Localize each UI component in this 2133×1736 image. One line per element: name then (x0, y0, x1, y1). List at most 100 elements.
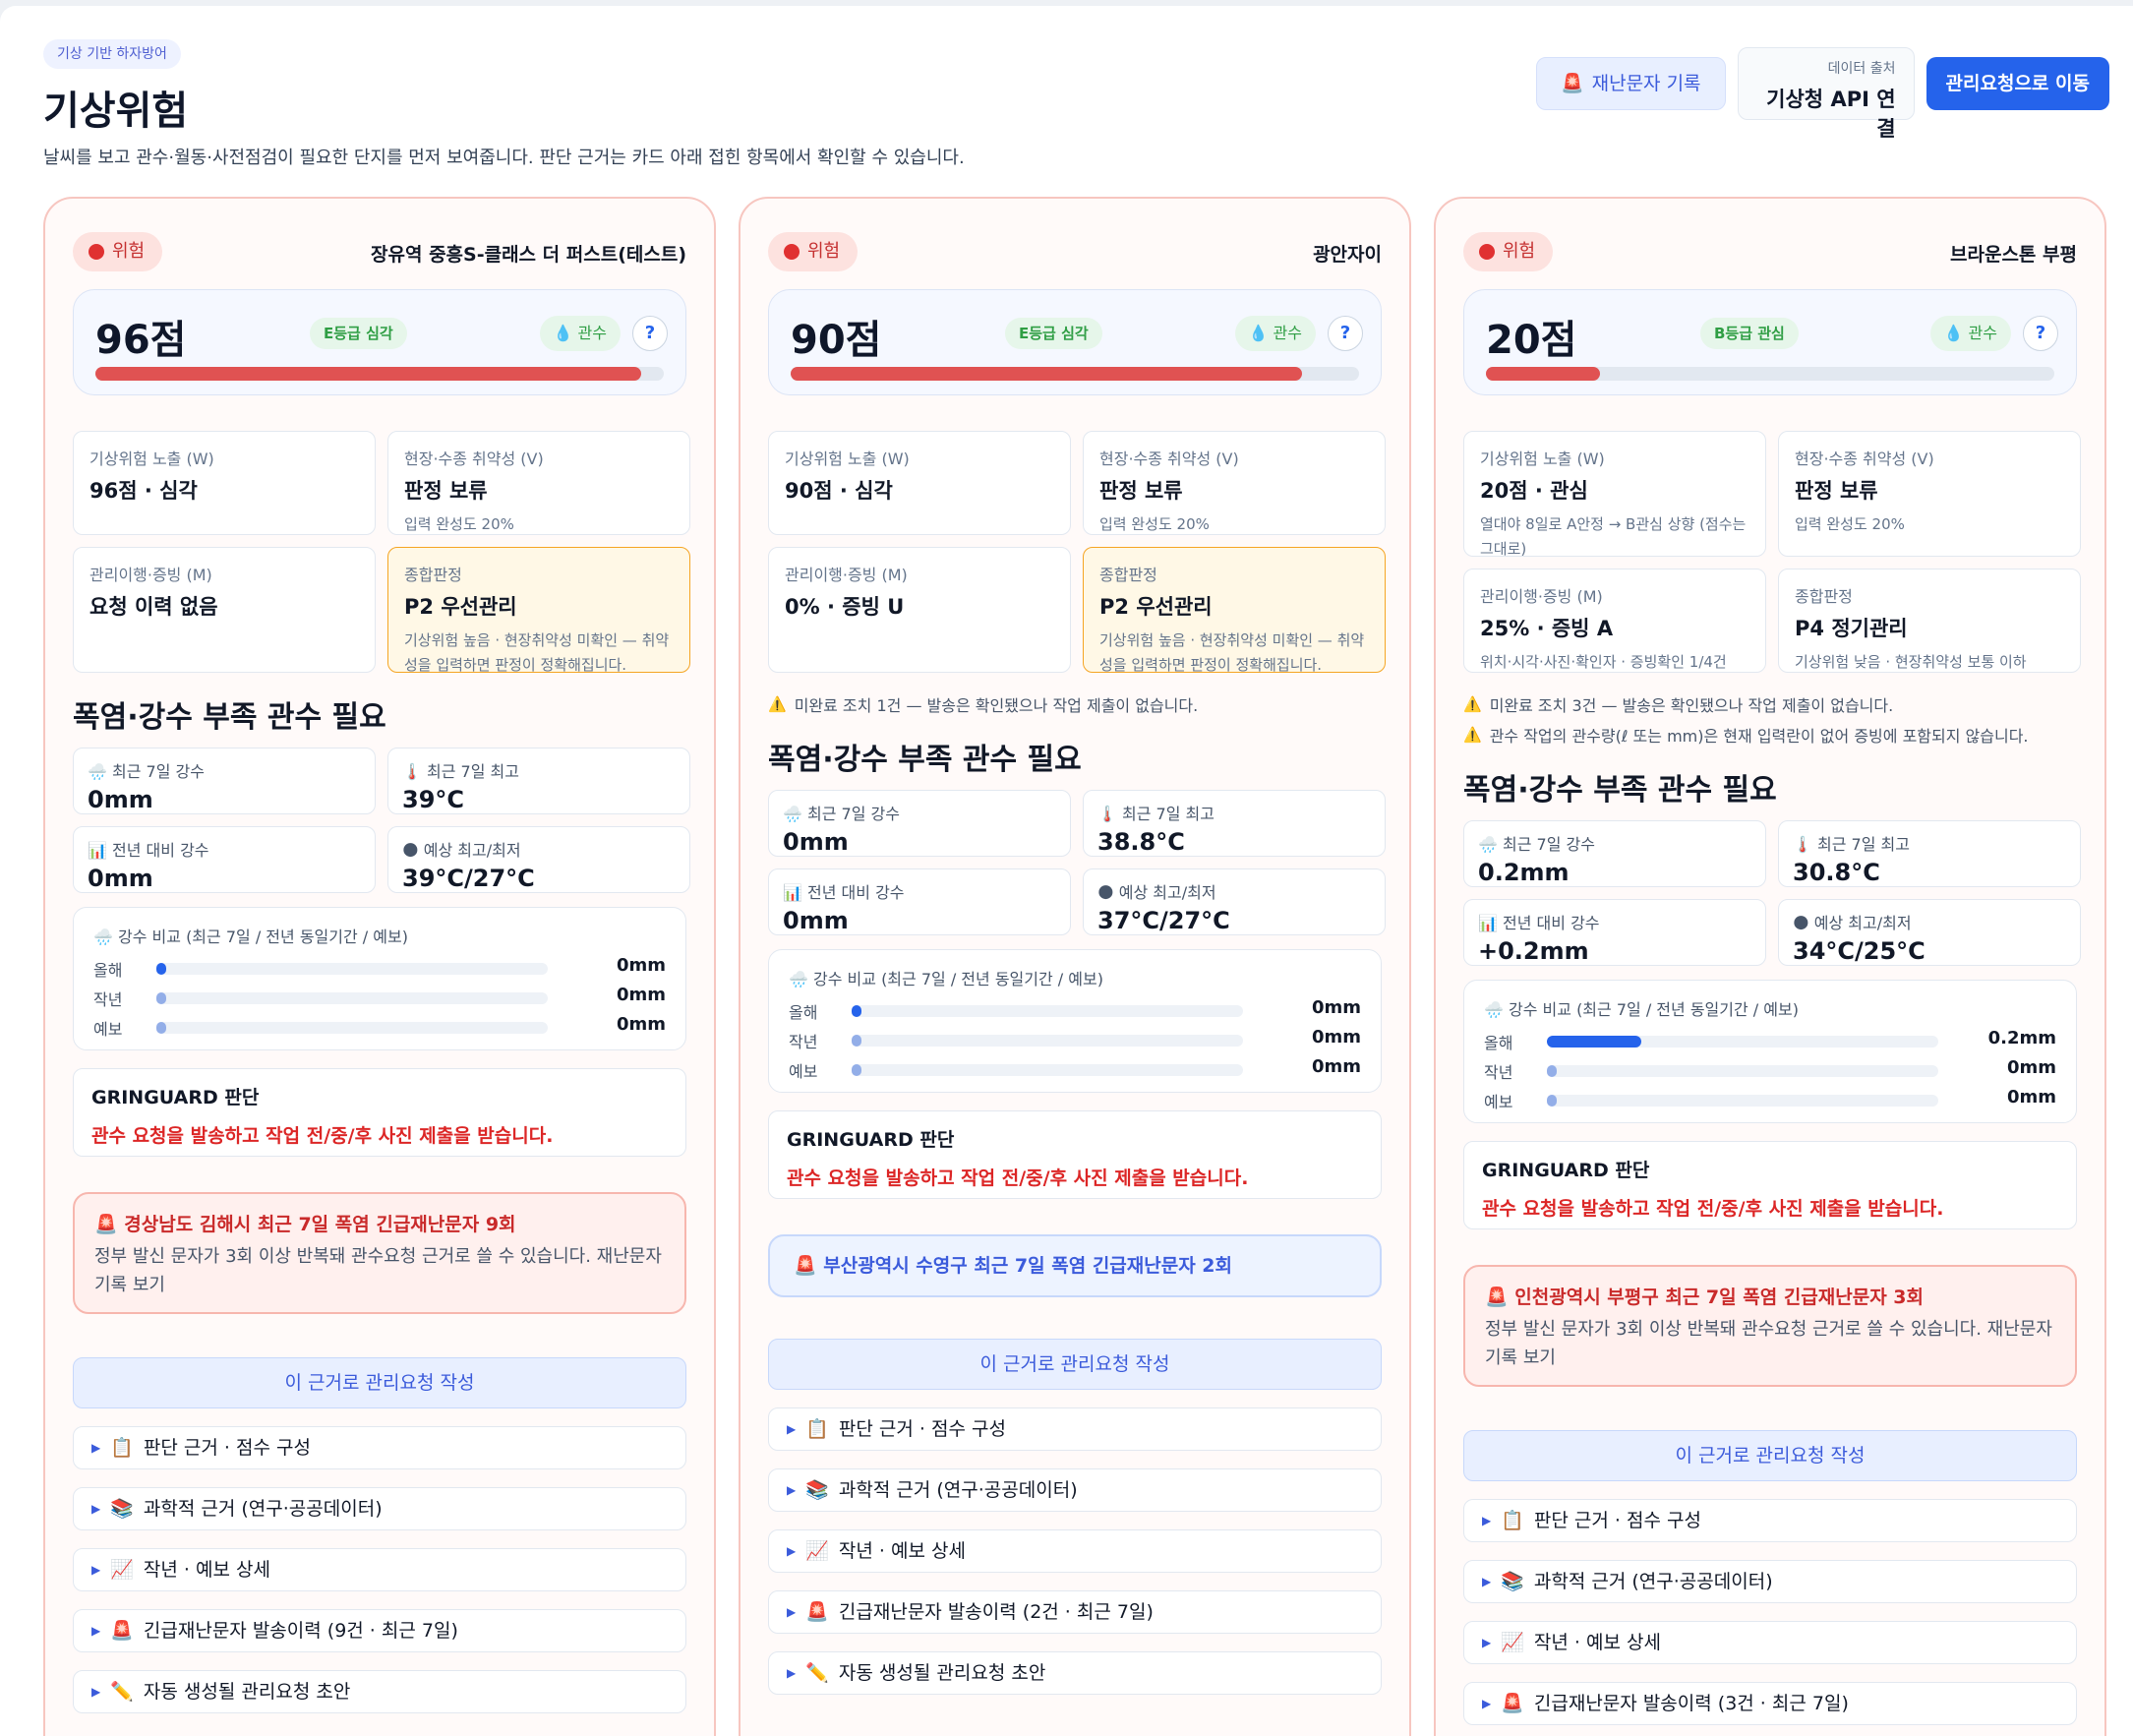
weather-stat-label-text: 최근 7일 강수 (807, 805, 900, 823)
siren-icon: 🚨 (94, 1214, 125, 1235)
books-icon: 📚 (805, 1479, 829, 1501)
metric-label: 기상위험 노출 (W) (89, 449, 214, 468)
go-to-requests-button[interactable]: 관리요청으로 이동 (1926, 57, 2109, 110)
expand-arrow-icon: ▶ (91, 1563, 101, 1577)
disaster-log-button[interactable]: 🚨 재난문자 기록 (1535, 57, 1726, 110)
watering-badge: 💧 관수 (1234, 316, 1316, 351)
metric-value: 요청 이력 없음 (89, 595, 218, 619)
warning-note: ⚠️ 미완료 조치 3건 — 발송은 확인됐으나 작업 제출이 없습니다. (1463, 692, 1893, 716)
expand-arrow-icon: ▶ (91, 1685, 101, 1699)
risk-status-label: 위험 (1503, 241, 1536, 262)
weather-stat-value: 39°C/27°C (402, 865, 535, 892)
rain-compare-name: 작년 (789, 1033, 818, 1051)
metric-label: 현장·수종 취약성 (V) (404, 449, 544, 468)
watering-label: 관수 (577, 324, 607, 342)
risk-status-label: 위험 (112, 241, 146, 262)
thermometer-icon: 🌡️ (1097, 805, 1123, 823)
warning-note: ⚠️ 관수 작업의 관수량(ℓ 또는 mm)은 현재 입력란이 없어 증빙에 포함… (1463, 723, 2029, 747)
pencil-icon: ✏️ (110, 1681, 134, 1703)
expand-arrow-icon: ▶ (91, 1502, 101, 1516)
create-request-button[interactable]: 이 근거로 관리요청 작성 (1463, 1430, 2077, 1481)
score-bar-fill (95, 367, 641, 381)
accordion-clipboard[interactable]: ▶ 📋 판단 근거 · 점수 구성 (1463, 1499, 2077, 1542)
weather-risk-page: 기상 기반 하자방어 기상위험 날씨를 보고 관수·월동·사전점검이 필요한 단… (0, 6, 2133, 1736)
judgement-message: 관수 요청을 발송하고 작업 전/중/후 사진 제출을 받습니다. (1482, 1198, 1944, 1220)
watering-badge: 💧 관수 (539, 316, 621, 351)
rain-compare-row: 예보 0mm (1484, 1087, 2056, 1111)
rain-icon: 🌧️ (789, 970, 814, 988)
site-name[interactable]: 장유역 중흥S-클래스 더 퍼스트(테스트) (371, 240, 686, 267)
expand-arrow-icon: ▶ (1482, 1575, 1492, 1588)
disaster-alert[interactable]: 🚨 부산광역시 수영구 최근 7일 폭염 긴급재난문자 2회 (768, 1234, 1382, 1297)
rain-compare-box: 🌧️ 강수 비교 (최근 7일 / 전년 동일기간 / 예보) 올해 0mm 작년 0m… (768, 949, 1382, 1093)
warning-text: 미완료 조치 3건 — 발송은 확인됐으나 작업 제출이 없습니다. (1489, 696, 1894, 715)
metric-card: 관리이행·증빙 (M) 0% · 증빙 U (768, 547, 1071, 673)
weather-stat-label: 🌡️ 최근 7일 최고 (1793, 831, 2066, 855)
data-source-value: 기상청 API 연결 (1766, 88, 1896, 141)
accordion-chart[interactable]: ▶ 📈 작년 · 예보 상세 (1463, 1621, 2077, 1664)
rain-compare-title: 🌧️ 강수 비교 (최근 7일 / 전년 동일기간 / 예보) (1484, 996, 1799, 1020)
disaster-alert-title-text: 부산광역시 수영구 최근 7일 폭염 긴급재난문자 2회 (823, 1255, 1233, 1277)
accordion-siren[interactable]: ▶ 🚨 긴급재난문자 발송이력 (9건 · 최근 7일) (73, 1609, 686, 1652)
page-description: 날씨를 보고 관수·월동·사전점검이 필요한 단지를 먼저 보여줍니다. 판단 … (43, 148, 965, 168)
accordion-label: 과학적 근거 (연구·공공데이터) (143, 1498, 383, 1520)
metric-value: 판정 보류 (1795, 479, 1878, 503)
rain-compare-value: 0mm (616, 955, 666, 976)
help-button[interactable]: ? (2023, 316, 2058, 351)
metric-card: 종합판정 P4 정기관리 기상위험 낮음 · 현장취약성 보통 이하 (1778, 569, 2081, 673)
risk-dot-icon (89, 244, 104, 260)
metric-label: 종합판정 (404, 566, 462, 584)
create-request-button[interactable]: 이 근거로 관리요청 작성 (768, 1339, 1382, 1390)
weather-stat-value: 30.8°C (1793, 859, 1880, 886)
help-button[interactable]: ? (632, 316, 668, 351)
bar-chart-icon: 📊 (1478, 914, 1504, 932)
help-button[interactable]: ? (1328, 316, 1363, 351)
score-bar-track (791, 367, 1359, 381)
rain-compare-name: 작년 (93, 990, 123, 1009)
metric-label: 종합판정 (1099, 566, 1157, 584)
accordion-books[interactable]: ▶ 📚 과학적 근거 (연구·공공데이터) (73, 1487, 686, 1530)
weather-stat-label-text: 최근 7일 최고 (1122, 805, 1215, 823)
score-box: 90점 E등급 심각 💧 관수? (768, 289, 1382, 395)
metric-card: 관리이행·증빙 (M) 요청 이력 없음 (73, 547, 376, 673)
accordion-chart[interactable]: ▶ 📈 작년 · 예보 상세 (768, 1529, 1382, 1573)
weather-stat-label: 🌑 예상 최고/최저 (402, 837, 676, 861)
judgement-title: GRINGUARD 판단 (1482, 1160, 1650, 1181)
disaster-alert[interactable]: 🚨 인천광역시 부평구 최근 7일 폭염 긴급재난문자 3회 정부 발신 문자가 … (1463, 1265, 2077, 1387)
metric-value: P2 우선관리 (404, 595, 517, 619)
metric-value: 25% · 증빙 A (1480, 617, 1614, 640)
accordion-books[interactable]: ▶ 📚 과학적 근거 (연구·공공데이터) (768, 1468, 1382, 1512)
data-source-box: 데이터 출처 기상청 API 연결 (1737, 47, 1915, 141)
metric-card: 관리이행·증빙 (M) 25% · 증빙 A 위치·시각·사진·확인자 · 증빙확인… (1463, 569, 1766, 673)
accordion-pencil[interactable]: ▶ ✏️ 자동 생성될 관리요청 초안 (73, 1670, 686, 1713)
category-tag: 기상 기반 하자방어 (43, 39, 181, 69)
rain-compare-row: 올해 0.2mm (1484, 1028, 2056, 1052)
weather-stat-label-text: 최근 7일 최고 (1817, 835, 1910, 854)
accordion-clipboard[interactable]: ▶ 📋 판단 근거 · 점수 구성 (768, 1407, 1382, 1451)
disaster-alert-title-text: 경상남도 김해시 최근 7일 폭염 긴급재난문자 9회 (124, 1214, 516, 1235)
accordion-siren[interactable]: ▶ 🚨 긴급재난문자 발송이력 (2건 · 최근 7일) (768, 1590, 1382, 1634)
water-drop-icon: 💧 (553, 324, 578, 342)
forecast-icon: 🌑 (1097, 883, 1119, 902)
accordion-pencil[interactable]: ▶ ✏️ 자동 생성될 관리요청 초안 (768, 1651, 1382, 1695)
site-name[interactable]: 광안자이 (1313, 240, 1382, 267)
accordion-label: 작년 · 예보 상세 (1533, 1632, 1661, 1653)
accordion-books[interactable]: ▶ 📚 과학적 근거 (연구·공공데이터) (1463, 1560, 2077, 1603)
create-request-button[interactable]: 이 근거로 관리요청 작성 (73, 1357, 686, 1408)
water-drop-icon: 💧 (1943, 324, 1969, 342)
header-actions: 🚨 재난문자 기록 데이터 출처 기상청 API 연결 관리요청으로 이동 (1535, 47, 2109, 141)
weather-stat-value: 0mm (783, 907, 849, 934)
rain-compare-title-text: 강수 비교 (최근 7일 / 전년 동일기간 / 예보) (813, 970, 1103, 988)
rain-icon: 🌧️ (88, 762, 113, 781)
chart-icon: 📈 (110, 1559, 134, 1581)
weather-stat-label: 🌧️ 최근 7일 강수 (783, 801, 1056, 824)
expand-arrow-icon: ▶ (787, 1544, 797, 1558)
judgement-title: GRINGUARD 판단 (91, 1087, 260, 1108)
accordion-clipboard[interactable]: ▶ 📋 판단 근거 · 점수 구성 (73, 1426, 686, 1469)
score-bar-fill (1486, 367, 1600, 381)
site-name[interactable]: 브라운스톤 부평 (1950, 240, 2077, 267)
disaster-alert[interactable]: 🚨 경상남도 김해시 최근 7일 폭염 긴급재난문자 9회 정부 발신 문자가 3… (73, 1192, 686, 1314)
metric-note: 입력 완성도 20% (1795, 515, 1905, 533)
accordion-chart[interactable]: ▶ 📈 작년 · 예보 상세 (73, 1548, 686, 1591)
accordion-siren[interactable]: ▶ 🚨 긴급재난문자 발송이력 (3건 · 최근 7일) (1463, 1682, 2077, 1725)
